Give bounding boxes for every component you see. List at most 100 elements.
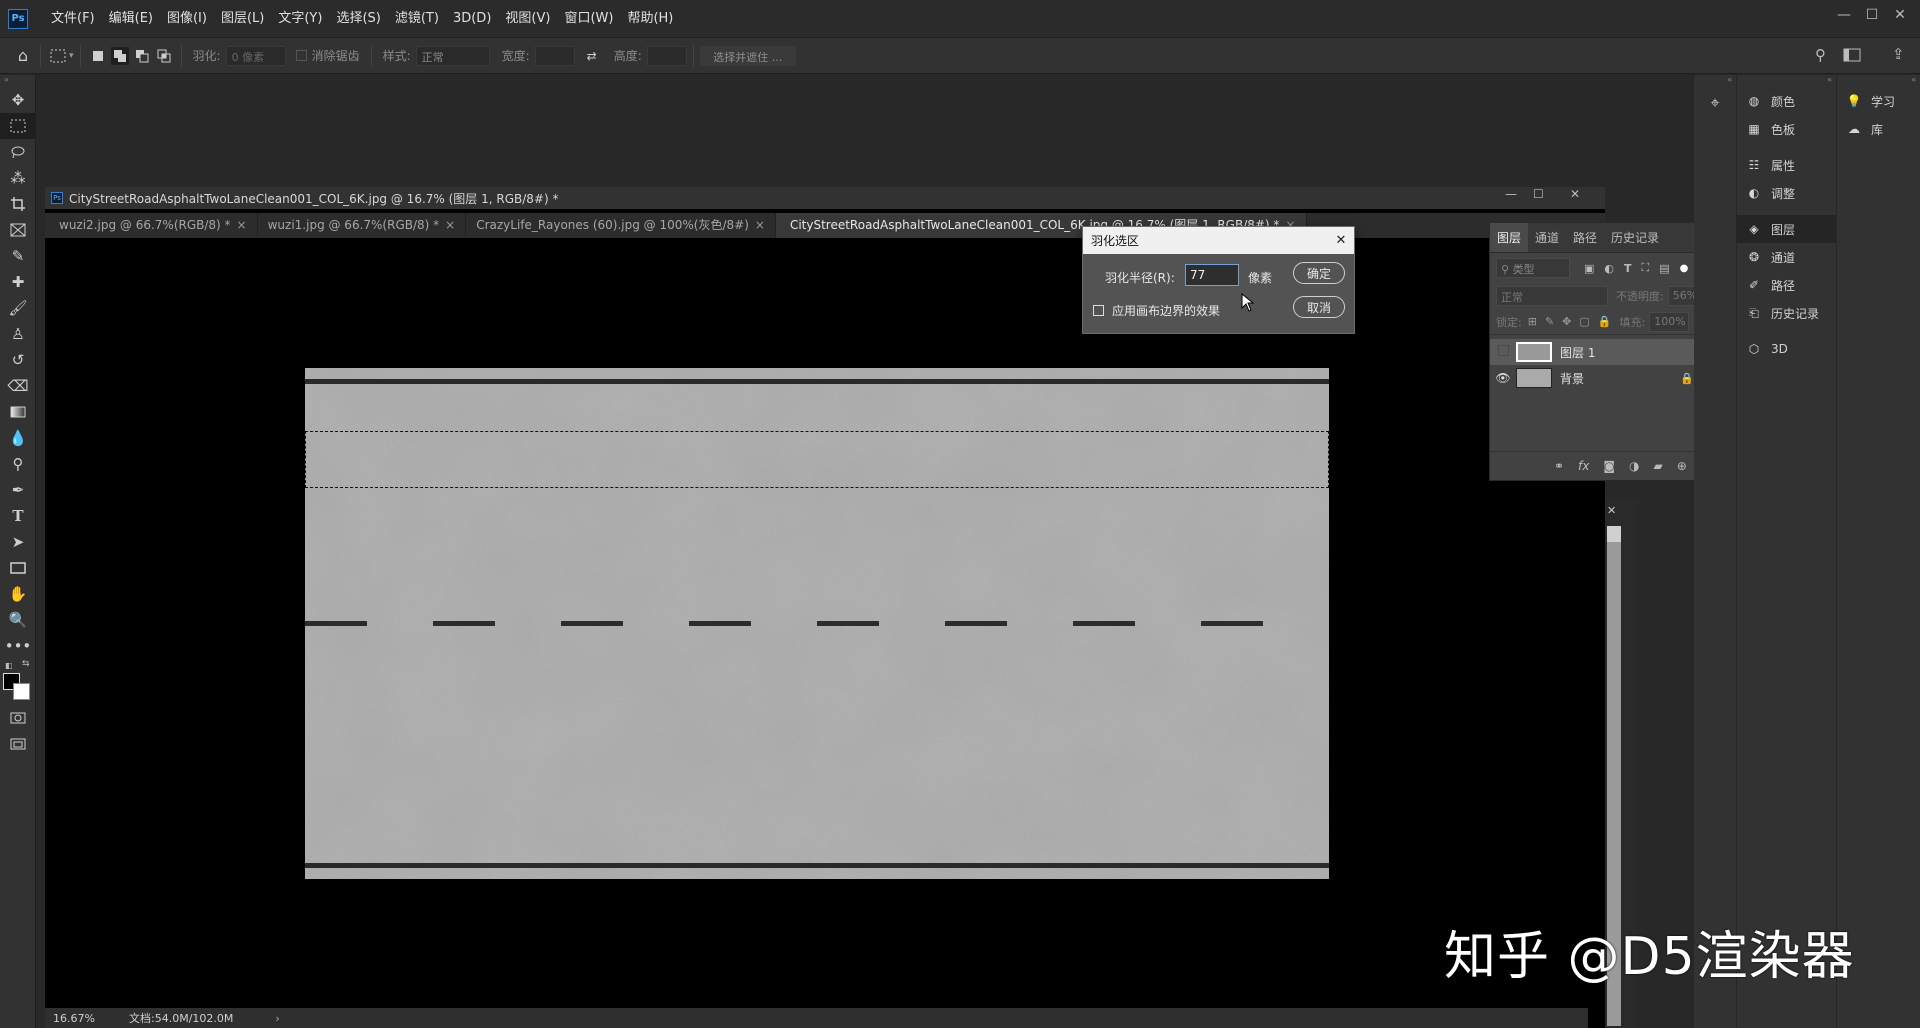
filter-shape-icon[interactable]: ⛶ [1642, 261, 1650, 275]
frame-tool-icon[interactable] [0, 217, 36, 243]
doc-tab[interactable]: wuzi2.jpg @ 66.7%(RGB/8) * × [45, 213, 258, 238]
adjustment-layer-icon[interactable]: ◑ [1629, 459, 1639, 473]
tab-close-icon[interactable]: × [445, 218, 455, 232]
menu-select[interactable]: 选择(S) [329, 0, 387, 38]
zoom-level[interactable]: 16.67% [53, 1012, 123, 1025]
layer-name[interactable]: 图层 1 [1560, 344, 1595, 361]
tab-close-icon[interactable]: × [237, 218, 247, 232]
dock-paths[interactable]: ✐ 路径 [1737, 271, 1836, 299]
dock-channels[interactable]: ❂ 通道 [1737, 243, 1836, 271]
feather-radius-input[interactable]: 77 [1185, 264, 1239, 286]
history-brush-tool-icon[interactable]: ↺ [0, 347, 36, 373]
ok-button[interactable]: 确定 [1293, 262, 1345, 284]
doc-close-button[interactable]: ✕ [1570, 187, 1580, 201]
dialog-close-button[interactable]: ✕ [1328, 233, 1354, 248]
move-tool-icon[interactable]: ✥ [0, 87, 36, 113]
dock-history[interactable]: ⎗ 历史记录 [1737, 299, 1836, 327]
kind-filter-select[interactable]: ⚲ 类型 [1496, 258, 1570, 278]
type-tool-icon[interactable]: T [0, 503, 36, 529]
maximize-button[interactable]: ☐ [1858, 0, 1886, 30]
filter-toggle-icon[interactable]: ● [1680, 263, 1689, 274]
blur-tool-icon[interactable]: 💧 [0, 425, 36, 451]
dock-properties[interactable]: ☷ 属性 [1737, 151, 1836, 179]
link-layers-icon[interactable]: ⚭ [1554, 459, 1564, 473]
hand-tool-icon[interactable]: ✋ [0, 581, 36, 607]
doc-tab[interactable]: wuzi1.jpg @ 66.7%(RGB/8) * × [258, 213, 467, 238]
filter-type-icon[interactable]: T [1624, 262, 1632, 275]
share-icon[interactable]: ⇪ [1892, 45, 1905, 63]
menu-layer[interactable]: 图层(L) [214, 0, 271, 38]
filter-adjustment-icon[interactable]: ◐ [1604, 262, 1614, 275]
menu-filter[interactable]: 滤镜(T) [388, 0, 446, 38]
status-menu-arrow-icon[interactable]: › [275, 1012, 279, 1025]
marquee-tool-preset-icon[interactable] [49, 47, 67, 65]
intersect-selection-icon[interactable] [155, 47, 173, 65]
collapse-icon[interactable]: » [0, 75, 35, 87]
fx-icon[interactable]: fx [1578, 459, 1589, 473]
collapse-icon[interactable]: « [1837, 75, 1920, 87]
path-selection-tool-icon[interactable]: ➤ [0, 529, 36, 555]
doc-minimize-button[interactable]: — [1505, 187, 1517, 201]
add-mask-icon[interactable]: ◙ [1603, 459, 1615, 473]
close-icon[interactable]: ✕ [1607, 504, 1616, 517]
height-input[interactable] [646, 45, 687, 66]
crop-tool-icon[interactable] [0, 191, 36, 217]
tab-paths[interactable]: 路径 [1566, 223, 1604, 252]
menu-image[interactable]: 图像(I) [160, 0, 214, 38]
magic-wand-tool-icon[interactable]: ⁂ [0, 165, 36, 191]
tab-history[interactable]: 历史记录 [1604, 223, 1666, 252]
close-window-button[interactable]: ✕ [1886, 0, 1914, 30]
background-color[interactable] [13, 683, 30, 700]
healing-brush-tool-icon[interactable]: ✚ [0, 269, 36, 295]
scroll-thumb[interactable] [1607, 526, 1621, 542]
rectangle-tool-icon[interactable] [0, 555, 36, 581]
tab-layers[interactable]: 图层 [1490, 223, 1529, 252]
new-selection-icon[interactable] [89, 47, 107, 65]
lock-transparent-icon[interactable]: ⊞ [1528, 315, 1537, 328]
collapse-icon[interactable]: « [1737, 75, 1836, 87]
workspace-icon[interactable] [1843, 48, 1861, 65]
doc-tab[interactable]: CrazyLife_Rayones (60).jpg @ 100%(灰色/8#)… [466, 213, 776, 238]
screen-mode-icon[interactable] [0, 731, 36, 757]
gradient-tool-icon[interactable] [0, 399, 36, 425]
pen-tool-icon[interactable]: ✒ [0, 477, 36, 503]
home-icon[interactable]: ⌂ [14, 46, 32, 65]
canvas-edge-checkbox[interactable] [1093, 305, 1104, 316]
swap-icon[interactable]: ⇄ [583, 47, 601, 65]
chevron-down-icon[interactable]: ▾ [69, 51, 74, 61]
eraser-tool-icon[interactable]: ⌫ [0, 373, 36, 399]
lasso-tool-icon[interactable] [0, 139, 36, 165]
menu-view[interactable]: 视图(V) [498, 0, 557, 38]
swap-colors-icon[interactable]: ⇆ [22, 659, 30, 669]
menu-3d[interactable]: 3D(D) [446, 0, 498, 38]
cancel-button[interactable]: 取消 [1293, 296, 1345, 318]
menu-help[interactable]: 帮助(H) [620, 0, 680, 38]
dock-adjustments[interactable]: ◐ 调整 [1737, 179, 1836, 207]
minimize-button[interactable]: — [1830, 0, 1858, 30]
feather-input[interactable]: 0 像素 [225, 45, 286, 66]
lock-artboard-icon[interactable]: ▢ [1579, 315, 1589, 328]
quick-mask-icon[interactable] [0, 705, 36, 731]
more-tools-icon[interactable]: ••• [0, 633, 36, 659]
eyedropper-tool-icon[interactable]: ✎ [0, 243, 36, 269]
dock-learn[interactable]: 💡 学习 [1837, 87, 1920, 115]
dock-libraries[interactable]: ☁ 库 [1837, 115, 1920, 143]
collapse-icon[interactable]: « [1694, 75, 1736, 87]
new-layer-icon[interactable]: ⊕ [1677, 459, 1687, 473]
lock-pixels-icon[interactable]: ✎ [1545, 315, 1554, 328]
dock-color[interactable]: ◍ 颜色 [1737, 87, 1836, 115]
search-icon[interactable]: ⚲ [1815, 46, 1826, 64]
menu-window[interactable]: 窗口(W) [557, 0, 620, 38]
dodge-tool-icon[interactable]: ⚲ [0, 451, 36, 477]
dock-layers[interactable]: ◈ 图层 [1737, 215, 1836, 243]
doc-maximize-button[interactable]: ☐ [1533, 187, 1544, 201]
add-to-selection-icon[interactable] [110, 46, 129, 65]
navigator-icon[interactable]: ⌖ [1694, 87, 1736, 119]
filter-smart-object-icon[interactable]: ▤ [1659, 262, 1669, 275]
dock-swatches[interactable]: ▦ 色板 [1737, 115, 1836, 143]
lock-position-icon[interactable]: ✥ [1562, 315, 1571, 328]
style-select[interactable]: 正常 [415, 45, 490, 66]
layer-name[interactable]: 背景 [1560, 370, 1680, 387]
menu-file[interactable]: 文件(F) [44, 0, 102, 38]
filter-pixel-icon[interactable]: ▣ [1584, 262, 1594, 275]
